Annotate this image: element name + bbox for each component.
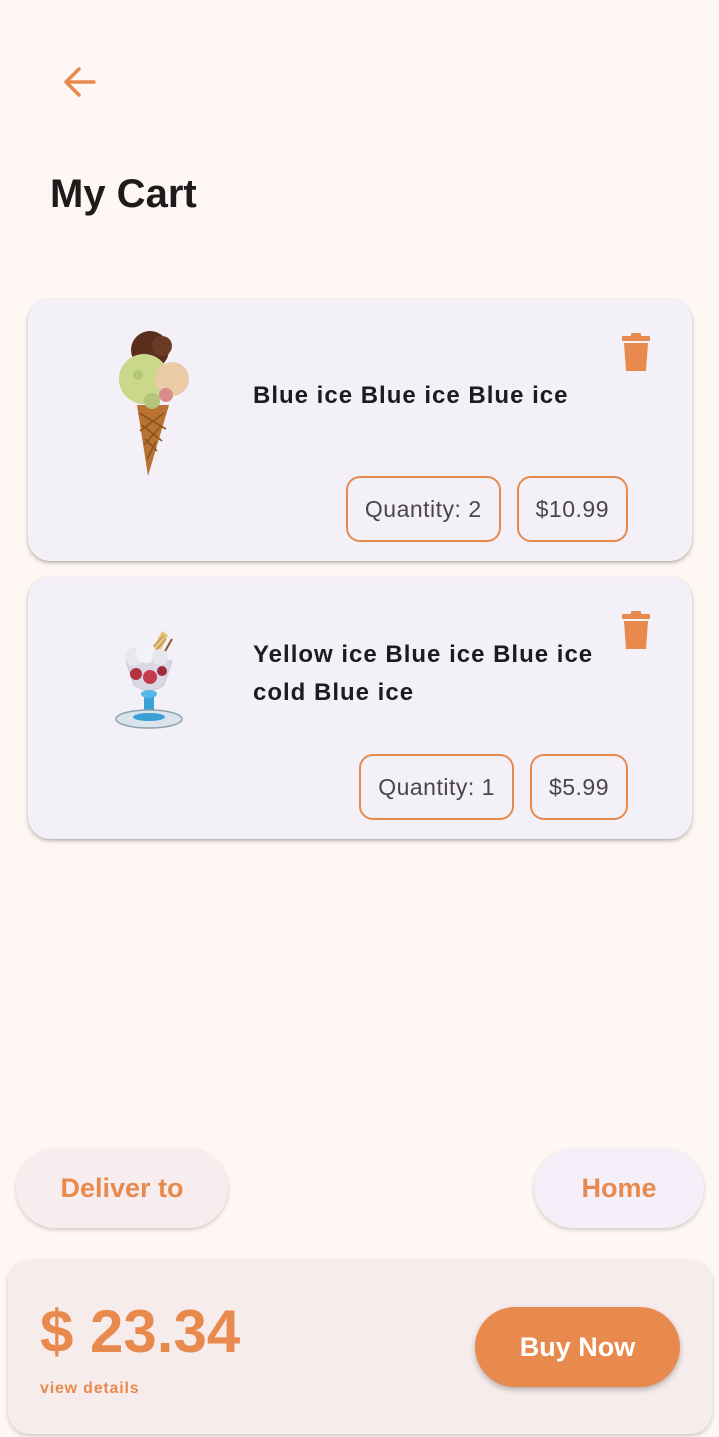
- sundae-glass-image: [76, 599, 206, 759]
- delete-item-button[interactable]: [616, 611, 656, 657]
- quantity-pill: Quantity: 2: [345, 476, 501, 542]
- delete-item-button[interactable]: [616, 333, 656, 379]
- total-amount: $ 23.34: [40, 1298, 241, 1365]
- ice-cream-cone-image: [76, 321, 206, 481]
- buy-now-button[interactable]: Buy Now: [475, 1307, 680, 1387]
- trash-icon: [622, 333, 650, 371]
- item-name: Yellow ice Blue ice Blue ice cold Blue i…: [253, 641, 594, 706]
- cart-item: Yellow ice Blue ice Blue ice cold Blue i…: [28, 577, 692, 839]
- back-button[interactable]: [50, 52, 110, 112]
- page-title: My Cart: [50, 172, 197, 216]
- arrow-left-icon: [64, 67, 96, 97]
- price-pill: $10.99: [516, 476, 628, 542]
- checkout-bar: $ 23.34 view details Buy Now: [8, 1260, 712, 1434]
- deliver-to-chip[interactable]: Deliver to: [16, 1148, 228, 1228]
- quantity-pill: Quantity: 1: [359, 754, 514, 820]
- item-name: Blue ice Blue ice Blue ice: [253, 382, 569, 409]
- price-pill: $5.99: [529, 754, 628, 820]
- view-details-link[interactable]: view details: [40, 1380, 139, 1398]
- trash-icon: [622, 611, 650, 649]
- cart-item: Blue ice Blue ice Blue ice Quantity: 2 $…: [28, 299, 692, 561]
- delivery-location-chip[interactable]: Home: [534, 1148, 704, 1228]
